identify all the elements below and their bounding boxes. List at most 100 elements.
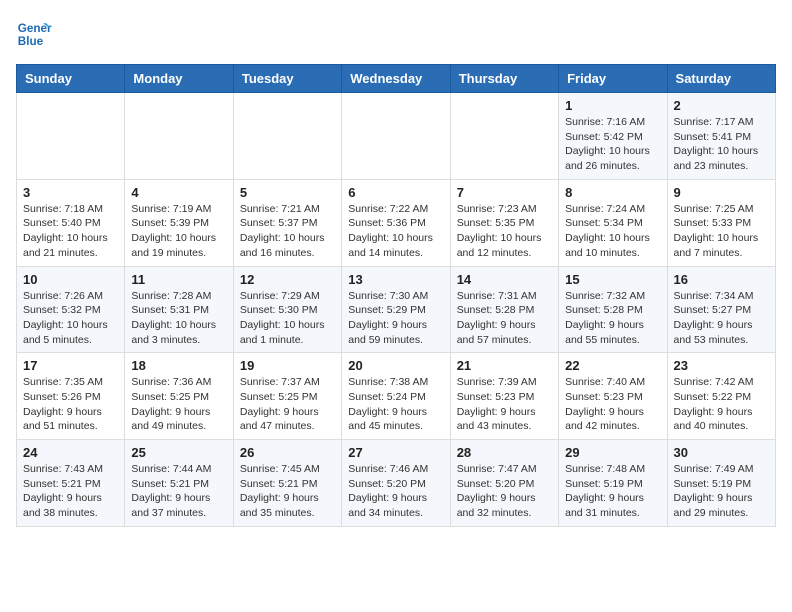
day-number: 15: [565, 272, 660, 287]
calendar-cell: 30 Sunrise: 7:49 AMSunset: 5:19 PMDayligh…: [667, 440, 775, 527]
calendar-table: SundayMondayTuesdayWednesdayThursdayFrid…: [16, 64, 776, 527]
day-info: Sunrise: 7:34 AMSunset: 5:27 PMDaylight:…: [674, 289, 769, 348]
calendar-cell: 2 Sunrise: 7:17 AMSunset: 5:41 PMDaylight…: [667, 93, 775, 180]
calendar-cell: [450, 93, 558, 180]
day-info: Sunrise: 7:49 AMSunset: 5:19 PMDaylight:…: [674, 462, 769, 521]
day-number: 27: [348, 445, 443, 460]
day-info: Sunrise: 7:29 AMSunset: 5:30 PMDaylight:…: [240, 289, 335, 348]
calendar-cell: 5 Sunrise: 7:21 AMSunset: 5:37 PMDaylight…: [233, 179, 341, 266]
day-info: Sunrise: 7:37 AMSunset: 5:25 PMDaylight:…: [240, 375, 335, 434]
calendar-cell: 27 Sunrise: 7:46 AMSunset: 5:20 PMDayligh…: [342, 440, 450, 527]
calendar-week-4: 17 Sunrise: 7:35 AMSunset: 5:26 PMDayligh…: [17, 353, 776, 440]
calendar-cell: 24 Sunrise: 7:43 AMSunset: 5:21 PMDayligh…: [17, 440, 125, 527]
day-number: 17: [23, 358, 118, 373]
calendar-cell: 4 Sunrise: 7:19 AMSunset: 5:39 PMDaylight…: [125, 179, 233, 266]
logo: General Blue: [16, 16, 52, 52]
calendar-cell: 11 Sunrise: 7:28 AMSunset: 5:31 PMDayligh…: [125, 266, 233, 353]
calendar-cell: 17 Sunrise: 7:35 AMSunset: 5:26 PMDayligh…: [17, 353, 125, 440]
day-info: Sunrise: 7:26 AMSunset: 5:32 PMDaylight:…: [23, 289, 118, 348]
day-number: 11: [131, 272, 226, 287]
calendar-week-3: 10Sunrise: 7:26 AMSunset: 5:32 PMDayligh…: [17, 266, 776, 353]
day-info: Sunrise: 7:30 AMSunset: 5:29 PMDaylight:…: [348, 289, 443, 348]
calendar-cell: [17, 93, 125, 180]
svg-text:Blue: Blue: [18, 35, 44, 48]
day-info: Sunrise: 7:16 AMSunset: 5:42 PMDaylight:…: [565, 115, 660, 174]
calendar-cell: 22Sunrise: 7:40 AMSunset: 5:23 PMDayligh…: [559, 353, 667, 440]
day-number: 19: [240, 358, 335, 373]
day-number: 3: [23, 185, 118, 200]
day-info: Sunrise: 7:23 AMSunset: 5:35 PMDaylight:…: [457, 202, 552, 261]
day-number: 14: [457, 272, 552, 287]
calendar-cell: 21 Sunrise: 7:39 AMSunset: 5:23 PMDayligh…: [450, 353, 558, 440]
day-info: Sunrise: 7:24 AMSunset: 5:34 PMDaylight:…: [565, 202, 660, 261]
weekday-header-friday: Friday: [559, 65, 667, 93]
day-info: Sunrise: 7:39 AMSunset: 5:23 PMDaylight:…: [457, 375, 552, 434]
calendar-cell: 16 Sunrise: 7:34 AMSunset: 5:27 PMDayligh…: [667, 266, 775, 353]
day-number: 5: [240, 185, 335, 200]
calendar-cell: 9 Sunrise: 7:25 AMSunset: 5:33 PMDaylight…: [667, 179, 775, 266]
day-number: 7: [457, 185, 552, 200]
day-number: 2: [674, 98, 769, 113]
weekday-header-sunday: Sunday: [17, 65, 125, 93]
day-number: 8: [565, 185, 660, 200]
calendar-week-1: 1 Sunrise: 7:16 AMSunset: 5:42 PMDaylight…: [17, 93, 776, 180]
day-info: Sunrise: 7:38 AMSunset: 5:24 PMDaylight:…: [348, 375, 443, 434]
calendar-cell: 14 Sunrise: 7:31 AMSunset: 5:28 PMDayligh…: [450, 266, 558, 353]
day-info: Sunrise: 7:45 AMSunset: 5:21 PMDaylight:…: [240, 462, 335, 521]
calendar-cell: 10Sunrise: 7:26 AMSunset: 5:32 PMDayligh…: [17, 266, 125, 353]
day-number: 18: [131, 358, 226, 373]
day-number: 21: [457, 358, 552, 373]
day-info: Sunrise: 7:36 AMSunset: 5:25 PMDaylight:…: [131, 375, 226, 434]
weekday-header-saturday: Saturday: [667, 65, 775, 93]
calendar-cell: 15 Sunrise: 7:32 AMSunset: 5:28 PMDayligh…: [559, 266, 667, 353]
day-info: Sunrise: 7:48 AMSunset: 5:19 PMDaylight:…: [565, 462, 660, 521]
calendar-cell: 6Sunrise: 7:22 AMSunset: 5:36 PMDaylight…: [342, 179, 450, 266]
day-info: Sunrise: 7:35 AMSunset: 5:26 PMDaylight:…: [23, 375, 118, 434]
day-number: 20: [348, 358, 443, 373]
day-number: 24: [23, 445, 118, 460]
day-info: Sunrise: 7:22 AMSunset: 5:36 PMDaylight:…: [348, 202, 443, 261]
calendar-cell: 23 Sunrise: 7:42 AMSunset: 5:22 PMDayligh…: [667, 353, 775, 440]
day-info: Sunrise: 7:31 AMSunset: 5:28 PMDaylight:…: [457, 289, 552, 348]
day-info: Sunrise: 7:28 AMSunset: 5:31 PMDaylight:…: [131, 289, 226, 348]
calendar-cell: [233, 93, 341, 180]
weekday-header-row: SundayMondayTuesdayWednesdayThursdayFrid…: [17, 65, 776, 93]
calendar-cell: 26 Sunrise: 7:45 AMSunset: 5:21 PMDayligh…: [233, 440, 341, 527]
day-number: 9: [674, 185, 769, 200]
day-info: Sunrise: 7:21 AMSunset: 5:37 PMDaylight:…: [240, 202, 335, 261]
calendar-cell: 3 Sunrise: 7:18 AMSunset: 5:40 PMDaylight…: [17, 179, 125, 266]
day-number: 1: [565, 98, 660, 113]
calendar-week-2: 3 Sunrise: 7:18 AMSunset: 5:40 PMDaylight…: [17, 179, 776, 266]
calendar-cell: 7 Sunrise: 7:23 AMSunset: 5:35 PMDaylight…: [450, 179, 558, 266]
day-info: Sunrise: 7:42 AMSunset: 5:22 PMDaylight:…: [674, 375, 769, 434]
calendar-cell: 19 Sunrise: 7:37 AMSunset: 5:25 PMDayligh…: [233, 353, 341, 440]
day-number: 22: [565, 358, 660, 373]
day-info: Sunrise: 7:25 AMSunset: 5:33 PMDaylight:…: [674, 202, 769, 261]
calendar-cell: 18 Sunrise: 7:36 AMSunset: 5:25 PMDayligh…: [125, 353, 233, 440]
calendar-cell: 28 Sunrise: 7:47 AMSunset: 5:20 PMDayligh…: [450, 440, 558, 527]
weekday-header-wednesday: Wednesday: [342, 65, 450, 93]
day-info: Sunrise: 7:44 AMSunset: 5:21 PMDaylight:…: [131, 462, 226, 521]
calendar-cell: 12 Sunrise: 7:29 AMSunset: 5:30 PMDayligh…: [233, 266, 341, 353]
calendar-cell: [125, 93, 233, 180]
day-info: Sunrise: 7:17 AMSunset: 5:41 PMDaylight:…: [674, 115, 769, 174]
day-number: 29: [565, 445, 660, 460]
day-number: 13: [348, 272, 443, 287]
day-number: 23: [674, 358, 769, 373]
day-info: Sunrise: 7:46 AMSunset: 5:20 PMDaylight:…: [348, 462, 443, 521]
day-number: 12: [240, 272, 335, 287]
day-number: 26: [240, 445, 335, 460]
day-number: 4: [131, 185, 226, 200]
calendar-cell: 1 Sunrise: 7:16 AMSunset: 5:42 PMDaylight…: [559, 93, 667, 180]
day-info: Sunrise: 7:47 AMSunset: 5:20 PMDaylight:…: [457, 462, 552, 521]
day-info: Sunrise: 7:43 AMSunset: 5:21 PMDaylight:…: [23, 462, 118, 521]
day-info: Sunrise: 7:32 AMSunset: 5:28 PMDaylight:…: [565, 289, 660, 348]
calendar-cell: 29 Sunrise: 7:48 AMSunset: 5:19 PMDayligh…: [559, 440, 667, 527]
day-info: Sunrise: 7:18 AMSunset: 5:40 PMDaylight:…: [23, 202, 118, 261]
day-number: 30: [674, 445, 769, 460]
calendar-cell: 8 Sunrise: 7:24 AMSunset: 5:34 PMDaylight…: [559, 179, 667, 266]
calendar-week-5: 24 Sunrise: 7:43 AMSunset: 5:21 PMDayligh…: [17, 440, 776, 527]
day-info: Sunrise: 7:19 AMSunset: 5:39 PMDaylight:…: [131, 202, 226, 261]
day-number: 28: [457, 445, 552, 460]
day-number: 16: [674, 272, 769, 287]
